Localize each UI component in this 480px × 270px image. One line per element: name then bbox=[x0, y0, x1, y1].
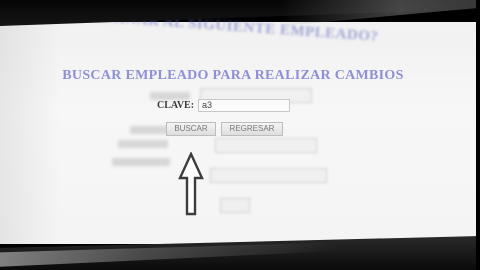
buscar-button[interactable]: BUSCAR bbox=[166, 122, 216, 136]
ghost-label bbox=[118, 140, 168, 148]
page-title: BUSCAR EMPLEADO PARA REALIZAR CAMBIOS bbox=[62, 68, 404, 83]
clave-input[interactable] bbox=[198, 98, 291, 112]
ghost-button bbox=[220, 198, 250, 213]
left-shade bbox=[0, 22, 60, 244]
screen-capture: DESEA ELIMINAR AL SIGUIENTE EMPLEADO? BU… bbox=[0, 0, 480, 270]
right-border bbox=[476, 0, 480, 270]
ghost-label bbox=[112, 158, 170, 166]
clave-row: CLAVE: bbox=[157, 97, 291, 113]
ghost-field bbox=[210, 168, 327, 183]
regresar-button[interactable]: REGRESAR bbox=[221, 122, 283, 136]
ghost-field bbox=[215, 138, 317, 153]
clave-label: CLAVE: bbox=[157, 99, 195, 111]
arrow-up-cursor-icon bbox=[178, 152, 204, 216]
